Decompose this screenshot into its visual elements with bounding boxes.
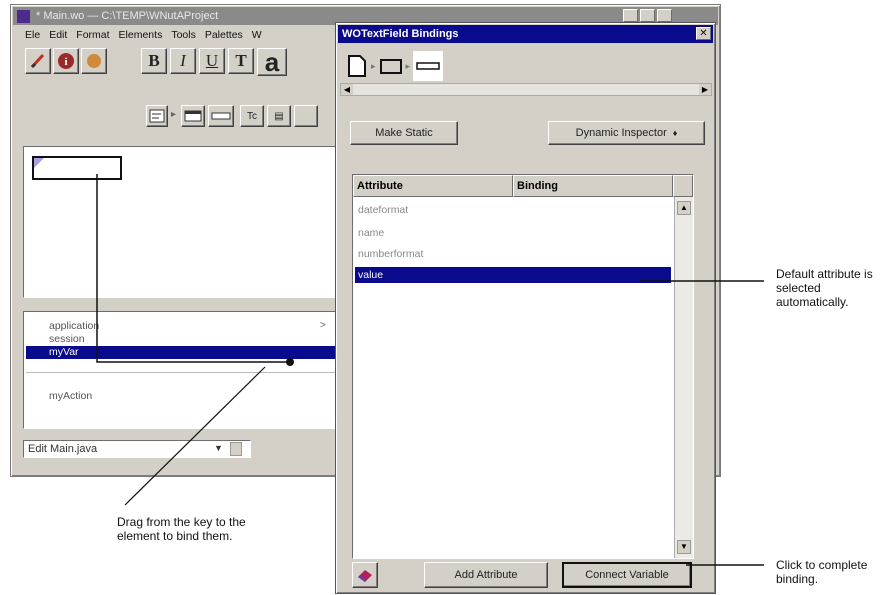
make-static-button[interactable]: Make Static — [350, 121, 458, 145]
corner-marker-icon — [34, 158, 44, 168]
menu-file[interactable]: Ele — [25, 29, 40, 41]
attribute-row[interactable]: name — [355, 227, 691, 240]
menu-window[interactable]: W — [252, 29, 262, 41]
table-header: Attribute Binding — [353, 175, 693, 197]
element-path-button[interactable] — [181, 105, 205, 127]
java-bean-button[interactable] — [81, 48, 107, 74]
pencil-icon — [30, 53, 45, 69]
callout-drag: Drag from the key to the element to bind… — [117, 515, 246, 543]
path-separator-icon: ▸ — [405, 60, 411, 71]
key-application[interactable]: application — [46, 320, 352, 333]
connect-variable-button[interactable]: Connect Variable — [562, 562, 692, 588]
svg-text:i: i — [64, 56, 67, 68]
info-icon: i — [58, 53, 74, 69]
add-attribute-button[interactable]: Add Attribute — [424, 562, 548, 588]
menu-bar: Ele Edit Format Elements Tools Palettes … — [25, 29, 271, 41]
tool-button-6[interactable] — [294, 105, 318, 127]
element-icon — [184, 110, 202, 122]
column-header-blank — [673, 175, 693, 197]
typewriter-button[interactable]: T — [228, 48, 254, 74]
italic-button[interactable]: I — [170, 48, 196, 74]
pencil-tool-button[interactable] — [25, 48, 51, 74]
textfield-icon — [211, 112, 231, 120]
minimize-button[interactable] — [623, 9, 638, 22]
close-button[interactable] — [657, 9, 672, 22]
table-scrollbar[interactable]: ▲ ▼ — [674, 197, 693, 558]
font-size-button[interactable]: a — [257, 47, 287, 77]
main-window-title: * Main.wo — C:\TEMP\WNutAProject — [36, 10, 219, 22]
key-session[interactable]: session — [46, 333, 352, 346]
attribute-row-selected[interactable]: value — [355, 267, 671, 283]
window-controls — [623, 9, 672, 22]
element-icon[interactable] — [379, 56, 403, 76]
textfield-path-selected[interactable] — [413, 51, 444, 81]
bold-button[interactable]: B — [141, 48, 167, 74]
bindings-window-titlebar[interactable]: WOTextField Bindings — [338, 25, 713, 43]
bindings-window-title: WOTextField Bindings — [342, 28, 459, 40]
key-myvar[interactable]: myVar — [26, 346, 352, 359]
dynamic-inspector-label: Dynamic Inspector — [575, 127, 667, 139]
column-header-binding[interactable]: Binding — [513, 175, 673, 197]
bean-icon — [87, 54, 101, 68]
dropdown-arrow-icon: ▼ — [214, 443, 223, 453]
browser-divider — [26, 372, 352, 373]
menu-edit[interactable]: Edit — [49, 29, 67, 41]
app-icon — [17, 9, 30, 23]
bindings-table: Attribute Binding dateformat name number… — [352, 174, 694, 559]
dropdown-arrow-icon: ♦ — [672, 128, 678, 138]
callout-click: Click to complete binding. — [776, 558, 868, 586]
form-icon — [149, 109, 165, 123]
scroll-right-icon[interactable]: ▶ — [699, 84, 711, 95]
textfield-path-button[interactable] — [208, 105, 234, 127]
column-header-attribute[interactable]: Attribute — [353, 175, 513, 197]
textfield-element[interactable] — [32, 156, 122, 180]
underline-button[interactable]: U — [199, 48, 225, 74]
edit-source-select[interactable]: Edit Main.java ▼ — [23, 440, 251, 458]
menu-format[interactable]: Format — [76, 29, 109, 41]
path-separator-icon: ▸ — [371, 60, 376, 71]
dynamic-inspector-button[interactable]: Dynamic Inspector ♦ — [548, 121, 705, 145]
path-arrow-icon: ▸ — [171, 109, 177, 120]
document-icon[interactable] — [346, 54, 368, 78]
inspector-icon-button[interactable] — [352, 562, 378, 588]
form-element-button[interactable] — [146, 105, 168, 127]
callout-default-attribute: Default attribute is selected automatica… — [776, 267, 873, 309]
info-button[interactable]: i — [53, 48, 79, 74]
scroll-down-icon[interactable]: ▼ — [677, 540, 691, 554]
scroll-up-icon[interactable]: ▲ — [677, 201, 691, 215]
path-scrollbar[interactable]: ◀ ▶ — [340, 83, 712, 96]
attribute-row[interactable]: dateformat — [355, 204, 691, 217]
attribute-row[interactable]: numberformat — [355, 248, 691, 261]
menu-palettes[interactable]: Palettes — [205, 29, 243, 41]
dropdown-toggle-icon[interactable] — [230, 442, 242, 456]
maximize-button[interactable] — [640, 9, 655, 22]
menu-elements[interactable]: Elements — [119, 29, 163, 41]
bindings-window: WOTextField Bindings ✕ ▸ ▸ ◀ ▶ Make Stat… — [335, 22, 716, 594]
textfield-icon — [416, 62, 440, 70]
scroll-left-icon[interactable]: ◀ — [341, 84, 353, 95]
text-element-button[interactable]: Tc — [240, 105, 264, 127]
element-path: ▸ ▸ — [346, 51, 486, 81]
object-browser: application > session myVar myAction — [23, 311, 355, 429]
bindings-close-button[interactable]: ✕ — [696, 27, 711, 40]
action-myaction[interactable]: myAction — [46, 390, 352, 403]
design-canvas[interactable] — [23, 146, 355, 298]
tool-button-5[interactable]: ▤ — [267, 105, 291, 127]
menu-tools[interactable]: Tools — [171, 29, 196, 41]
expand-arrow-icon: > — [320, 320, 326, 331]
eraser-icon — [358, 570, 372, 582]
